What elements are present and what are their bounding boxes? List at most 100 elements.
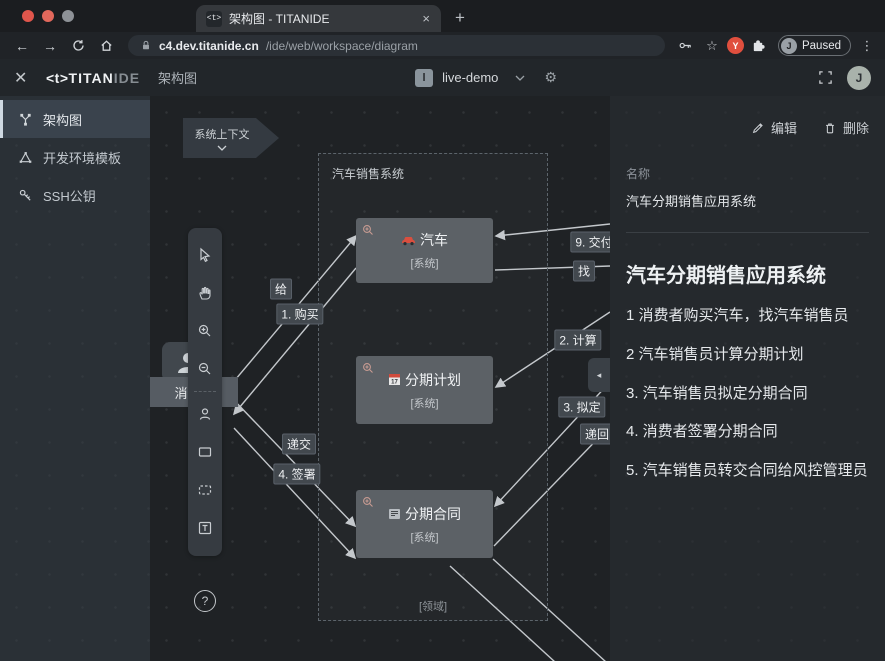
- trash-icon: [823, 121, 837, 135]
- browser-menu-icon[interactable]: ⋮: [859, 38, 875, 54]
- zoom-in-icon[interactable]: [362, 362, 374, 374]
- profile-avatar: J: [781, 38, 797, 54]
- close-window-button[interactable]: [22, 10, 34, 22]
- node-installment-plan[interactable]: 17 分期计划 [系统]: [356, 356, 493, 424]
- logo-titan: TITAN: [69, 70, 114, 86]
- bookmark-star-icon[interactable]: ☆: [701, 38, 723, 54]
- edge-label[interactable]: 递交: [282, 434, 316, 455]
- add-text-tool-icon[interactable]: [188, 509, 222, 547]
- app-logo: <t> TITAN IDE: [46, 70, 140, 86]
- node-subtitle: [系统]: [410, 255, 438, 271]
- edge-label[interactable]: 找: [573, 261, 595, 282]
- add-person-tool-icon[interactable]: [188, 395, 222, 433]
- tab-close-icon[interactable]: ×: [419, 11, 433, 26]
- sidebar-item-dev-templates[interactable]: 开发环境模板: [0, 138, 150, 176]
- chevron-down-icon: [217, 145, 227, 151]
- new-tab-button[interactable]: +: [441, 8, 479, 32]
- app-close-icon[interactable]: ✕: [14, 68, 40, 88]
- delete-button[interactable]: 删除: [823, 118, 869, 137]
- minimize-window-button[interactable]: [42, 10, 54, 22]
- url-bar[interactable]: c4.dev.titanide.cn/ide/web/workspace/dia…: [128, 35, 665, 56]
- extension-badge-icon[interactable]: Y: [727, 37, 744, 54]
- edge-label[interactable]: 2. 计算: [554, 330, 601, 351]
- logo-bracket: <t>: [46, 70, 69, 86]
- node-subtitle: [系统]: [410, 395, 438, 411]
- add-boundary-tool-icon[interactable]: [188, 471, 222, 509]
- user-avatar[interactable]: J: [847, 66, 871, 90]
- edge-label[interactable]: 4. 签署: [273, 464, 320, 485]
- home-icon[interactable]: [94, 38, 118, 53]
- node-installment-contract[interactable]: 分期合同 [系统]: [356, 490, 493, 558]
- back-icon[interactable]: ←: [10, 38, 34, 54]
- edge-label[interactable]: 3. 拟定: [558, 397, 605, 418]
- panel-collapse-handle[interactable]: ◂: [588, 358, 610, 392]
- sidebar: 架构图 开发环境模板 SSH公钥: [0, 96, 150, 661]
- zoom-in-icon[interactable]: [362, 224, 374, 236]
- select-cursor-icon[interactable]: [188, 236, 222, 274]
- doc-step: 1 消费者购买汽车，找汽车销售员: [626, 305, 869, 327]
- name-field-value: 汽车分期销售应用系统: [626, 191, 869, 210]
- reload-icon[interactable]: [66, 38, 90, 53]
- sidebar-item-ssh-keys[interactable]: SSH公钥: [0, 176, 150, 214]
- diagram-toolbar: [188, 228, 222, 556]
- edge-label[interactable]: 9. 交付: [570, 232, 610, 253]
- zoom-window-button[interactable]: [62, 10, 74, 22]
- app-header: ✕ <t> TITAN IDE 架构图 l live-demo ⚙ J: [0, 59, 885, 96]
- tab-title: 架构图 - TITANIDE: [229, 10, 412, 27]
- password-key-icon[interactable]: [675, 38, 697, 53]
- diagram-icon: [18, 112, 33, 127]
- context-level-label: 系统上下文: [195, 126, 250, 142]
- edge-label[interactable]: 递回: [580, 424, 610, 445]
- browser-tab[interactable]: <t> 架构图 - TITANIDE ×: [196, 5, 441, 32]
- chevron-down-icon[interactable]: [515, 75, 525, 81]
- help-button[interactable]: ?: [194, 590, 216, 612]
- node-title: 汽车: [420, 230, 448, 250]
- document-icon: [388, 508, 401, 520]
- url-path: /ide/web/workspace/diagram: [266, 39, 418, 53]
- toolbar-divider: [194, 391, 216, 392]
- sidebar-item-diagram[interactable]: 架构图: [0, 100, 150, 138]
- edit-button-label: 编辑: [771, 118, 797, 137]
- edge-label[interactable]: 给: [270, 279, 292, 300]
- workspace-name: live-demo: [442, 70, 498, 85]
- sidebar-item-label: 开发环境模板: [43, 148, 121, 167]
- extensions-puzzle-icon[interactable]: [748, 38, 770, 53]
- car-icon: [401, 235, 416, 246]
- browser-window: <t> 架构图 - TITANIDE × + ← → c4.dev.titani…: [0, 0, 885, 661]
- name-field-label: 名称: [626, 165, 869, 182]
- edge-label[interactable]: 1. 购买: [276, 304, 323, 325]
- pan-hand-icon[interactable]: [188, 274, 222, 312]
- url-host: c4.dev.titanide.cn: [159, 39, 259, 53]
- add-box-tool-icon[interactable]: [188, 433, 222, 471]
- diagram-canvas[interactable]: 系统上下文 汽车销售系统 [领域] 汽车 [系统]: [150, 96, 610, 661]
- boundary-type-label: [领域]: [319, 598, 547, 614]
- forward-icon[interactable]: →: [38, 38, 62, 54]
- doc-title: 汽车分期销售应用系统: [626, 259, 869, 288]
- doc-step: 3. 汽车销售员拟定分期合同: [626, 383, 869, 405]
- inspector-panel: 编辑 删除 名称 汽车分期销售应用系统 汽车分期销售应用系统 1 消费者购买汽车…: [610, 96, 885, 661]
- zoom-out-tool-icon[interactable]: [188, 350, 222, 388]
- lock-icon: [140, 39, 152, 52]
- traffic-lights: [0, 0, 88, 32]
- header-page-label: 架构图: [158, 68, 197, 87]
- workspace-badge: l: [415, 69, 433, 87]
- zoom-in-tool-icon[interactable]: [188, 312, 222, 350]
- profile-chip[interactable]: J Paused: [778, 35, 851, 56]
- zoom-in-icon[interactable]: [362, 496, 374, 508]
- boundary-title: 汽车销售系统: [332, 165, 404, 182]
- fullscreen-icon[interactable]: [818, 70, 833, 85]
- template-icon: [18, 150, 33, 165]
- logo-ide: IDE: [114, 70, 140, 86]
- doc-step: 5. 汽车销售员转交合同给风控管理员: [626, 460, 869, 482]
- browser-toolbar: ← → c4.dev.titanide.cn/ide/web/workspace…: [0, 32, 885, 59]
- profile-status: Paused: [802, 40, 841, 52]
- settings-gear-icon[interactable]: ⚙: [544, 69, 557, 86]
- node-title: 分期计划: [405, 370, 461, 390]
- delete-button-label: 删除: [843, 118, 869, 137]
- doc-step: 2 汽车销售员计算分期计划: [626, 344, 869, 366]
- workspace-switcher[interactable]: l live-demo ⚙: [415, 69, 557, 87]
- tab-favicon: <t>: [206, 11, 222, 27]
- edit-button[interactable]: 编辑: [751, 118, 797, 137]
- tab-strip: <t> 架构图 - TITANIDE × +: [0, 0, 885, 32]
- node-car-system[interactable]: 汽车 [系统]: [356, 218, 493, 283]
